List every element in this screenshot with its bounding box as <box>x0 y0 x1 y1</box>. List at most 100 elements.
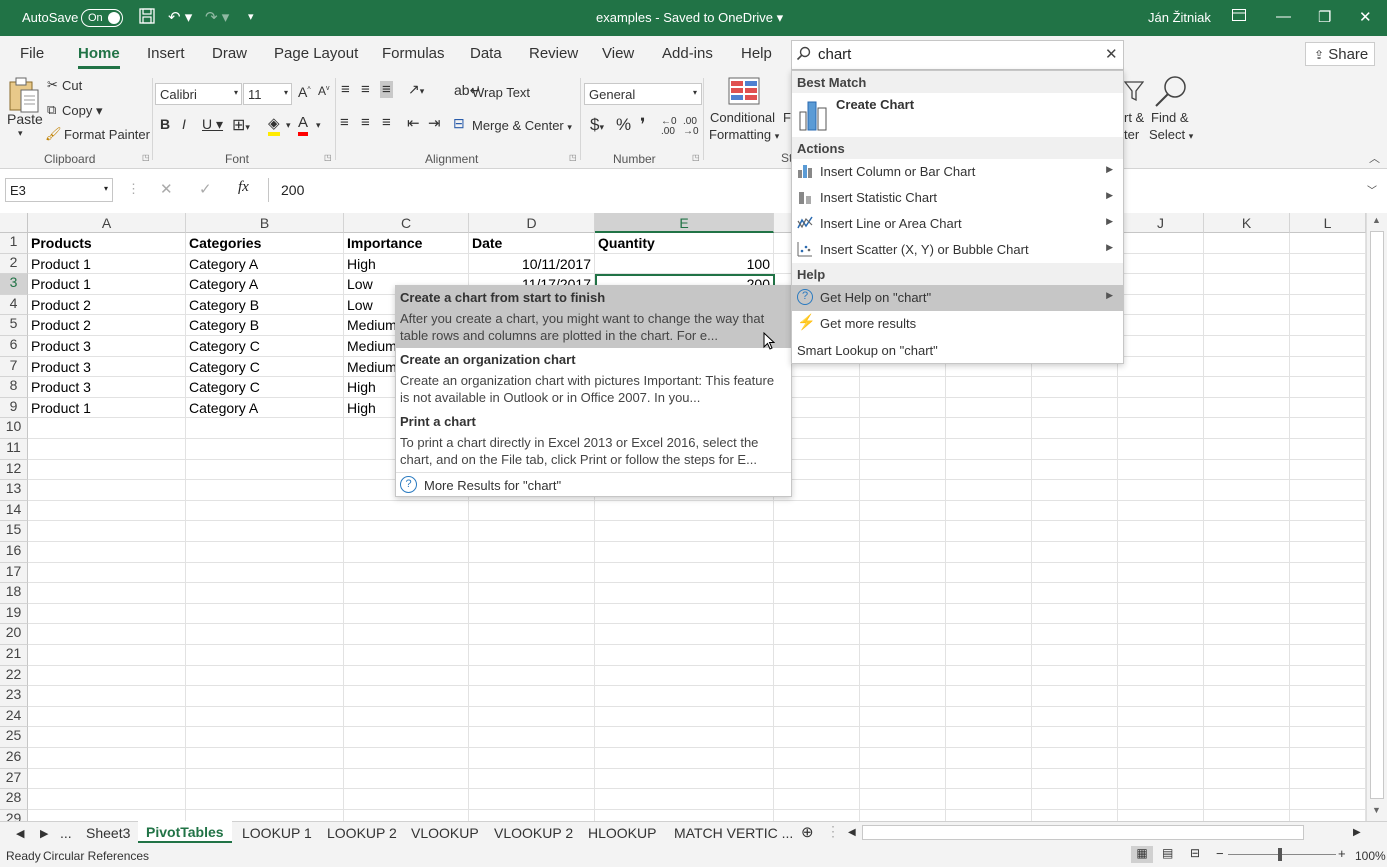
row-header-2[interactable]: 2 <box>0 253 28 275</box>
cell-j28[interactable] <box>1118 789 1204 810</box>
cell-i28[interactable] <box>1032 789 1118 810</box>
tab-data[interactable]: Data <box>470 45 502 62</box>
sheet-tab-lookup2[interactable]: LOOKUP 2 <box>327 825 397 841</box>
align-right-icon[interactable]: ≡ <box>382 114 391 131</box>
cell-i19[interactable] <box>1032 603 1118 625</box>
cell-i12[interactable] <box>1032 459 1118 481</box>
cell-f15[interactable] <box>774 521 860 542</box>
cell-a11[interactable] <box>28 439 186 460</box>
cell-k7[interactable] <box>1204 356 1290 378</box>
cell-l25[interactable] <box>1290 727 1366 748</box>
cell-k19[interactable] <box>1204 603 1290 625</box>
cell-b24[interactable] <box>186 706 344 728</box>
cell-d25[interactable] <box>469 727 595 748</box>
column-header-k[interactable]: K <box>1204 213 1290 233</box>
cell-k10[interactable] <box>1204 418 1290 439</box>
cell-e17[interactable] <box>595 562 774 584</box>
cell-l3[interactable] <box>1290 274 1366 295</box>
conditional-formatting-icon[interactable] <box>728 77 760 108</box>
column-header-j[interactable]: J <box>1118 213 1204 233</box>
sheet-tab-match[interactable]: MATCH VERTIC ... <box>674 825 793 841</box>
cell-f26[interactable] <box>774 748 860 769</box>
cell-b27[interactable] <box>186 768 344 790</box>
cell-g23[interactable] <box>860 686 946 707</box>
tab-draw[interactable]: Draw <box>212 45 247 62</box>
cell-b28[interactable] <box>186 789 344 810</box>
cell-h20[interactable] <box>946 624 1032 645</box>
cell-k8[interactable] <box>1204 377 1290 398</box>
cell-g11[interactable] <box>860 439 946 460</box>
cell-e14[interactable] <box>595 500 774 522</box>
cell-k2[interactable] <box>1204 253 1290 275</box>
cell-l26[interactable] <box>1290 748 1366 769</box>
cell-a24[interactable] <box>28 706 186 728</box>
row-header-20[interactable]: 20 <box>0 624 28 645</box>
row-header-21[interactable]: 21 <box>0 645 28 666</box>
number-launcher-icon[interactable]: ◳ <box>692 153 700 162</box>
cell-b6[interactable]: Category C <box>186 336 344 357</box>
save-icon[interactable] <box>139 8 155 28</box>
cell-j6[interactable] <box>1118 336 1204 357</box>
cell-c27[interactable] <box>344 768 469 790</box>
cell-f21[interactable] <box>774 645 860 666</box>
more-results-link[interactable]: ? More Results for "chart" <box>396 472 791 496</box>
cell-f23[interactable] <box>774 686 860 707</box>
cell-b25[interactable] <box>186 727 344 748</box>
format-painter-button[interactable]: Format Painter <box>64 127 150 142</box>
cell-b10[interactable] <box>186 418 344 439</box>
cell-i24[interactable] <box>1032 706 1118 728</box>
cell-d22[interactable] <box>469 665 595 687</box>
cell-j29[interactable] <box>1118 809 1204 821</box>
cell-i9[interactable] <box>1032 397 1118 419</box>
cell-a9[interactable]: Product 1 <box>28 397 186 419</box>
sheet-tab-vlookup[interactable]: VLOOKUP <box>411 825 479 841</box>
font-color-icon[interactable]: A <box>298 114 309 136</box>
redo-icon[interactable]: ↷ ▾ <box>205 8 229 26</box>
normal-view-icon[interactable]: ▦ <box>1131 846 1153 863</box>
cell-i20[interactable] <box>1032 624 1118 645</box>
cell-j3[interactable] <box>1118 274 1204 295</box>
cell-l13[interactable] <box>1290 480 1366 501</box>
cell-j20[interactable] <box>1118 624 1204 645</box>
customize-qat-icon[interactable]: ▾ <box>248 10 254 23</box>
row-header-28[interactable]: 28 <box>0 789 28 810</box>
zoom-in-icon[interactable]: + <box>1338 846 1346 861</box>
cell-j24[interactable] <box>1118 706 1204 728</box>
find-icon[interactable] <box>1153 74 1189 111</box>
find-select-line2[interactable]: Select ▾ <box>1149 127 1193 142</box>
align-top-icon[interactable]: ≡ <box>341 81 350 98</box>
tab-view[interactable]: View <box>602 45 634 62</box>
get-help-item[interactable]: ? Get Help on "chart" ▶ <box>792 285 1123 311</box>
sheet-tab-sheet3[interactable]: Sheet3 <box>86 825 130 841</box>
cell-c23[interactable] <box>344 686 469 707</box>
row-header-6[interactable]: 6 <box>0 336 28 357</box>
splitter-icon[interactable]: ⋮ <box>127 181 140 197</box>
cell-l7[interactable] <box>1290 356 1366 378</box>
cell-j5[interactable] <box>1118 315 1204 336</box>
cell-k27[interactable] <box>1204 768 1290 790</box>
sheet-tab-hlookup[interactable]: HLOOKUP <box>588 825 656 841</box>
cell-b11[interactable] <box>186 439 344 460</box>
cell-k16[interactable] <box>1204 542 1290 563</box>
cell-f14[interactable] <box>774 500 860 522</box>
italic-icon[interactable]: I <box>182 116 186 132</box>
align-middle-icon[interactable]: ≡ <box>361 81 370 98</box>
cell-i16[interactable] <box>1032 542 1118 563</box>
zoom-level[interactable]: 100% <box>1355 849 1386 863</box>
cell-l15[interactable] <box>1290 521 1366 542</box>
cell-b9[interactable]: Category A <box>186 397 344 419</box>
cell-l21[interactable] <box>1290 645 1366 666</box>
cell-g14[interactable] <box>860 500 946 522</box>
cell-e16[interactable] <box>595 542 774 563</box>
cell-h25[interactable] <box>946 727 1032 748</box>
row-header-8[interactable]: 8 <box>0 377 28 398</box>
cell-f29[interactable] <box>774 809 860 821</box>
cell-i15[interactable] <box>1032 521 1118 542</box>
cell-b3[interactable]: Category A <box>186 274 344 295</box>
format-painter-icon[interactable]: 🖌 <box>45 126 62 142</box>
cell-j10[interactable] <box>1118 418 1204 439</box>
find-select-button[interactable]: Find & <box>1151 110 1189 125</box>
row-header-12[interactable]: 12 <box>0 459 28 481</box>
expand-formula-icon[interactable]: ﹀ <box>1367 182 1377 197</box>
cell-j18[interactable] <box>1118 583 1204 604</box>
